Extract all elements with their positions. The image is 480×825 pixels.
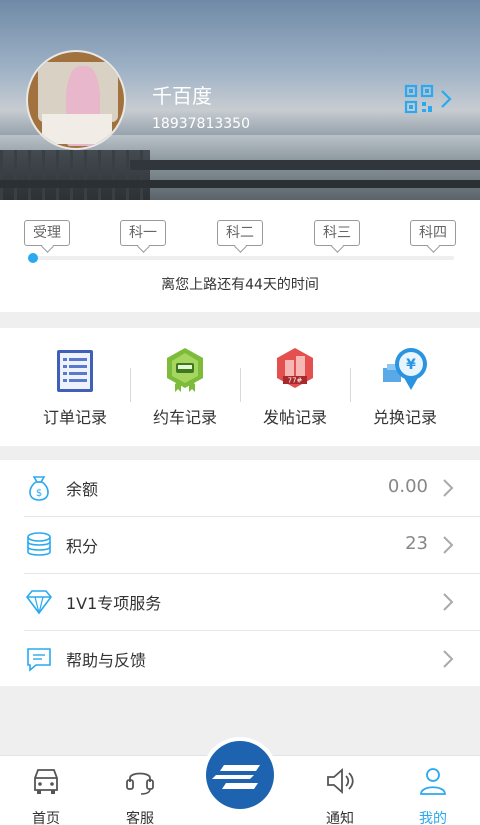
progress-track — [30, 256, 454, 260]
help-feedback-row[interactable]: 帮助与反馈 — [0, 631, 480, 687]
vip-service-row[interactable]: 1V1专项服务 — [0, 574, 480, 630]
chevron-right-icon — [443, 593, 454, 611]
nav-home[interactable]: 首页 — [6, 764, 86, 825]
car-booking-icon — [167, 348, 203, 392]
chevron-right-icon — [443, 536, 454, 554]
nav-notify[interactable]: 通知 — [300, 764, 380, 825]
learning-progress: 受理 科一 科二 科三 科四 离您上路还有44天的时间 — [0, 200, 480, 312]
nav-mine[interactable]: 我的 — [393, 764, 473, 825]
points-label: 积分 — [66, 537, 99, 556]
chat-icon — [27, 648, 51, 672]
progress-indicator — [28, 253, 38, 263]
user-phone: 18937813350 — [152, 116, 250, 132]
nav-service-label: 客服 — [126, 811, 154, 825]
balance-label: 余额 — [66, 480, 99, 499]
help-feedback-label: 帮助与反馈 — [66, 651, 147, 670]
profile-header: 千百度 18937813350 — [0, 0, 480, 200]
stage-accept: 受理 — [24, 220, 70, 246]
points-row[interactable]: 积分 23 — [0, 517, 480, 573]
app-logo-icon — [212, 765, 260, 789]
order-records-button[interactable]: 订单记录 — [20, 346, 130, 428]
svg-text:¥: ¥ — [406, 357, 416, 373]
post-icon: 77# — [277, 348, 313, 388]
money-bag-icon: $ — [29, 476, 49, 501]
chevron-right-icon — [443, 650, 454, 668]
exchange-records-button[interactable]: ¥ 兑换记录 — [350, 346, 460, 428]
headset-icon — [126, 772, 154, 795]
balance-row[interactable]: $ 余额 0.00 — [0, 460, 480, 516]
avatar[interactable] — [26, 50, 126, 150]
exchange-records-label: 兑换记录 — [372, 408, 437, 427]
records-panel: 订单记录 约车记录 77# 发帖记录 ¥ 兑换记录 — [0, 328, 480, 446]
post-records-label: 发帖记录 — [262, 408, 327, 427]
exchange-icon: ¥ — [383, 348, 427, 390]
balance-value: 0.00 — [387, 476, 428, 497]
stage-subject-1: 科一 — [120, 220, 166, 246]
svg-text:77#: 77# — [288, 377, 303, 385]
chevron-right-icon — [443, 479, 454, 497]
points-value: 23 — [405, 533, 428, 554]
countdown-text: 离您上路还有44天的时间 — [161, 277, 319, 293]
nav-service[interactable]: 客服 — [100, 764, 180, 825]
post-records-button[interactable]: 77# 发帖记录 — [240, 346, 350, 428]
svg-text:$: $ — [36, 488, 42, 499]
chevron-right-icon — [441, 90, 452, 108]
account-list: $ 余额 0.00 积分 23 1V1专项服务 帮助与反馈 — [0, 460, 480, 686]
header-background-pier-near — [0, 180, 480, 188]
speaker-icon — [327, 768, 354, 794]
user-icon — [420, 768, 446, 795]
booking-records-label: 约车记录 — [152, 408, 217, 427]
stage-subject-2: 科二 — [217, 220, 263, 246]
center-action-button[interactable] — [202, 737, 278, 813]
nav-notify-label: 通知 — [326, 811, 354, 825]
stage-subject-4: 科四 — [410, 220, 456, 246]
order-records-label: 订单记录 — [42, 408, 107, 427]
header-background-pier-far — [130, 160, 480, 170]
qr-code-icon — [404, 84, 452, 114]
header-background-pier — [0, 150, 150, 200]
user-name: 千百度 — [152, 84, 212, 108]
qr-code-button[interactable] — [402, 82, 456, 116]
nav-home-label: 首页 — [32, 811, 60, 825]
order-list-icon — [57, 350, 93, 392]
booking-records-button[interactable]: 约车记录 — [130, 346, 240, 428]
vip-service-label: 1V1专项服务 — [66, 594, 162, 613]
stage-subject-3: 科三 — [314, 220, 360, 246]
coins-icon — [27, 532, 51, 556]
diamond-icon — [25, 590, 53, 615]
car-icon — [34, 769, 58, 794]
nav-mine-label: 我的 — [419, 811, 447, 825]
